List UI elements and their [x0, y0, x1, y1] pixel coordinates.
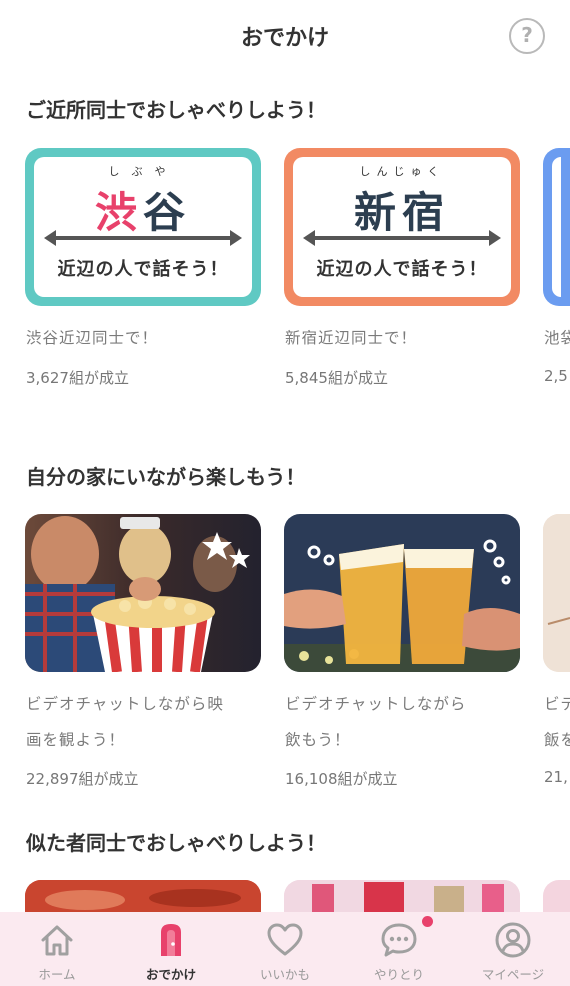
arrow-line [307, 236, 497, 240]
section-title-at-home: 自分の家にいながら楽しもう！ [26, 465, 306, 489]
arrow-left-icon [44, 230, 56, 246]
tab-home-label: ホーム [38, 967, 76, 982]
shibuya-name: 渋谷 [94, 188, 192, 237]
header: おでかけ ? [0, 0, 570, 72]
tab-odekake[interactable]: おでかけ [114, 912, 228, 986]
chat-bubble-icon [381, 923, 417, 957]
third-video-caption-line2[interactable]: 飯を [544, 722, 570, 758]
ikebukuro-card[interactable] [543, 148, 570, 306]
tab-mypage-label: マイページ [481, 967, 545, 982]
tab-yaritori-label: やりとり [373, 967, 424, 982]
movie-count: 22,897組が成立 [26, 770, 139, 788]
arrow-right-icon [230, 230, 242, 246]
shinjuku-banner: しんじゅく 新宿 近辺の人で話そう！ [293, 157, 511, 297]
notification-badge [422, 916, 433, 927]
third-video-caption-line1[interactable]: ビデ [544, 686, 570, 722]
third-video-count: 21, [544, 768, 568, 786]
beer-caption-line2[interactable]: 飲もう！ [285, 722, 351, 758]
beer-count: 16,108組が成立 [285, 770, 398, 788]
ikebukuro-caption[interactable]: 池袋 [544, 320, 570, 356]
shibuya-count: 3,627組が成立 [26, 369, 129, 387]
shibuya-banner: しぶや 渋谷 近辺の人で話そう！ [34, 157, 252, 297]
tab-iikamo[interactable]: いいかも [228, 912, 342, 986]
shinjuku-caption[interactable]: 新宿近辺同士で！ [285, 320, 417, 356]
home-icon [41, 925, 73, 956]
door-icon [161, 924, 181, 956]
arrow-left-icon [303, 230, 315, 246]
arrow-right-icon [489, 230, 501, 246]
beer-toast-photo [284, 514, 520, 672]
movie-popcorn-photo [25, 514, 261, 672]
shibuya-tagline: 近辺の人で話そう！ [57, 259, 229, 280]
similar-card-1[interactable] [25, 880, 261, 912]
tab-home[interactable]: ホーム [0, 912, 114, 986]
tab-iikamo-label: いいかも [259, 967, 310, 982]
tab-yaritori[interactable]: やりとり [342, 912, 456, 986]
partial-photo [543, 514, 570, 672]
movie-caption-line2[interactable]: 画を観よう！ [26, 722, 125, 758]
tab-mypage[interactable]: マイページ [456, 912, 570, 986]
shinjuku-name: 新宿 [353, 188, 451, 237]
ikebukuro-banner [552, 157, 561, 297]
movie-card[interactable] [25, 514, 261, 672]
people-photo [284, 880, 520, 912]
similar-card-2[interactable] [284, 880, 520, 912]
shibuya-furigana: しぶや [108, 165, 178, 178]
shinjuku-tagline: 近辺の人で話そう！ [316, 259, 488, 280]
ikebukuro-count: 2,5 [544, 367, 568, 385]
shinjuku-card[interactable]: しんじゅく 新宿 近辺の人で話そう！ [284, 148, 520, 306]
help-button[interactable]: ? [509, 18, 545, 54]
tab-odekake-label: おでかけ [145, 967, 196, 982]
movie-caption-line1[interactable]: ビデオチャットしながら映 [26, 686, 224, 722]
heart-icon [267, 923, 303, 956]
beer-card[interactable] [284, 514, 520, 672]
food-photo [25, 880, 261, 912]
third-video-card[interactable] [543, 514, 570, 672]
shibuya-caption[interactable]: 渋谷近辺同士で！ [26, 320, 158, 356]
shinjuku-count: 5,845組が成立 [285, 369, 388, 387]
shibuya-card[interactable]: しぶや 渋谷 近辺の人で話そう！ [25, 148, 261, 306]
user-icon [495, 922, 531, 958]
page-title: おでかけ [240, 26, 329, 51]
beer-caption-line1[interactable]: ビデオチャットしながら [285, 686, 466, 722]
shinjuku-furigana: しんじゅく [359, 165, 445, 178]
section-title-similar-people: 似た者同士でおしゃべりしよう！ [26, 831, 326, 855]
section-title-neighborhood: ご近所同士でおしゃべりしよう！ [26, 98, 326, 122]
tab-bar: ホーム おでかけ いいかも やりとり マイページ [0, 912, 570, 986]
arrow-line [48, 236, 238, 240]
similar-card-3[interactable] [543, 880, 570, 912]
